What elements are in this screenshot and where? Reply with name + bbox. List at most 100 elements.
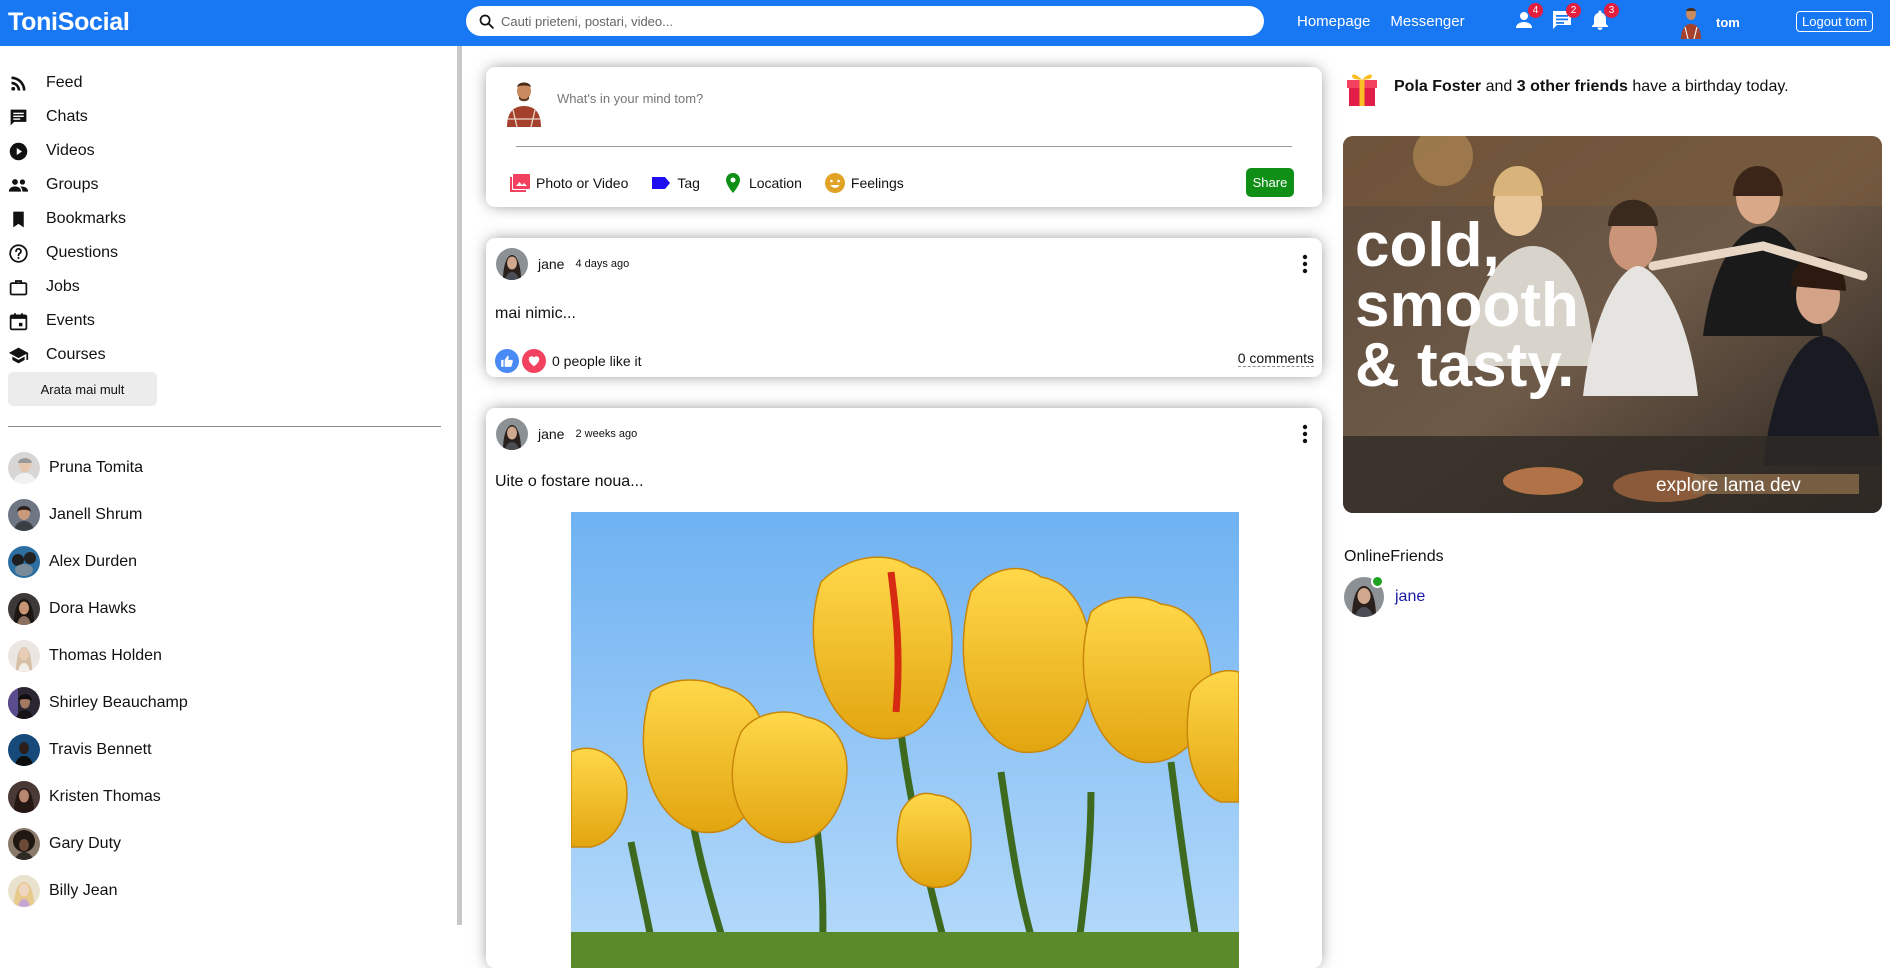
avatar [8,639,40,672]
avatar [8,686,40,719]
post-username[interactable]: jane [538,426,564,442]
username: tom [1716,14,1740,30]
comments-link[interactable]: 0 comments [1237,350,1314,367]
search-input[interactable] [501,13,1241,29]
post-date: 4 days ago [575,258,630,270]
post-card: jane 4 days ago mai nimic... 0 people li… [486,238,1322,377]
birthday-suffix: have a birthday today. [1632,78,1789,95]
online-friend-name: jane [1395,588,1426,605]
post-username[interactable]: jane [538,256,564,272]
online-friend-item[interactable]: jane [1344,575,1426,617]
friend-item[interactable]: Thomas Holden [8,632,188,679]
sidebar-item-videos[interactable]: Videos [8,134,126,168]
sidebar-item-courses[interactable]: Courses [8,338,126,372]
friend-name: Travis Bennett [49,740,152,758]
post-input[interactable] [557,91,1057,106]
bookmark-icon [13,211,24,227]
post-card: jane 2 weeks ago Uite o fostare noua... [486,408,1322,968]
friend-item[interactable]: Alex Durden [8,538,188,585]
sidebar-item-questions[interactable]: Questions [8,236,126,270]
sidebar-item-label: Bookmarks [46,210,127,227]
avatar [8,498,40,531]
friend-name: Thomas Holden [49,646,162,664]
avatar [8,451,40,484]
event-icon [9,312,28,330]
online-status-dot [1371,575,1384,588]
avatar [8,827,40,860]
sidebar-item-jobs[interactable]: Jobs [8,270,126,304]
thumbs-up-icon [501,355,513,367]
friend-item[interactable]: Pruna Tomita [8,444,188,491]
friend-item[interactable]: Kristen Thomas [8,773,188,820]
app-logo[interactable]: ToniSocial [8,8,130,37]
sidebar-item-label: Groups [46,176,99,193]
ad-headline-1: cold, [1355,211,1500,280]
friend-list: Pruna Tomita Janell Shrum Alex Durden Do… [8,444,188,914]
birthday-friend-name[interactable]: Pola Foster [1394,78,1481,95]
advertisement-banner[interactable]: cold, smooth & tasty. explore lama dev [1343,136,1882,513]
birthday-notice[interactable]: Pola Foster and 3 other friends have a b… [1344,67,1789,107]
sidebar-item-label: Videos [46,142,95,159]
homepage-link[interactable]: Homepage [1297,13,1370,30]
logout-button[interactable]: Logout tom [1796,11,1874,32]
tag-option[interactable]: Tag [649,171,700,195]
school-icon [8,347,29,363]
friend-item[interactable]: Gary Duty [8,820,188,867]
friend-requests-button[interactable]: 4 [1512,3,1543,32]
notifications-button[interactable]: 3 [1588,3,1619,32]
location-option[interactable]: Location [721,171,802,195]
topbar: ToniSocial Homepage Messenger 4 2 3 tom [0,0,1890,46]
share-box: Photo or Video Tag Location Feelings Sha… [486,67,1322,207]
post-image[interactable] [571,512,1239,968]
share-button[interactable]: Share [1246,168,1294,197]
love-button[interactable] [522,349,546,373]
photo-video-label: Photo or Video [536,175,629,191]
sidebar-item-label: Chats [46,108,88,125]
avatar [8,592,40,625]
like-count: 0 people like it [552,353,642,369]
more-vert-icon[interactable] [1302,254,1308,274]
sidebar-item-label: Courses [46,346,106,363]
friend-item[interactable]: Shirley Beauchamp [8,679,188,726]
avatar [1344,575,1384,617]
avatar[interactable] [496,418,528,450]
friend-name: Alex Durden [49,552,138,570]
friend-item[interactable]: Travis Bennett [8,726,188,773]
help-outline-icon [9,243,28,263]
sidebar-item-chats[interactable]: Chats [8,100,126,134]
photo-video-option[interactable]: Photo or Video [508,171,628,195]
messenger-link[interactable]: Messenger [1390,13,1464,30]
friend-name: Gary Duty [49,834,122,852]
feelings-option[interactable]: Feelings [823,171,904,195]
friend-item[interactable]: Janell Shrum [8,491,188,538]
friend-name: Kristen Thomas [49,787,161,805]
online-friends-title: OnlineFriends [1344,548,1444,565]
friend-name: Janell Shrum [49,505,143,523]
avatar [8,733,40,766]
show-more-button[interactable]: Arata mai mult [8,372,157,406]
play-circle-icon [9,142,28,160]
ad-tagline: explore lama dev [1656,475,1801,496]
gift-icon [1347,74,1377,106]
sidebar-item-events[interactable]: Events [8,304,126,338]
sidebar-item-label: Feed [46,74,83,91]
sidebar-item-feed[interactable]: Feed [8,66,126,100]
chat-icon [10,109,27,125]
more-vert-icon[interactable] [1302,424,1308,444]
like-button[interactable] [495,349,519,373]
friend-item[interactable]: Billy Jean [8,867,188,914]
search-bar[interactable] [466,6,1264,36]
avatar[interactable] [496,248,528,280]
label-icon [652,177,671,189]
sidebar-item-label: Questions [46,244,119,261]
emoji-icon [824,173,845,193]
avatar [8,874,40,907]
birthday-other-friends[interactable]: 3 other friends [1517,78,1628,95]
messages-button[interactable]: 2 [1550,3,1581,32]
sidebar-item-bookmarks[interactable]: Bookmarks [8,202,126,236]
user-menu[interactable]: tom [1678,5,1740,39]
sidebar-item-groups[interactable]: Groups [8,168,126,202]
avatar [1678,5,1704,39]
friend-item[interactable]: Dora Hawks [8,585,188,632]
photo-library-icon [510,174,530,192]
